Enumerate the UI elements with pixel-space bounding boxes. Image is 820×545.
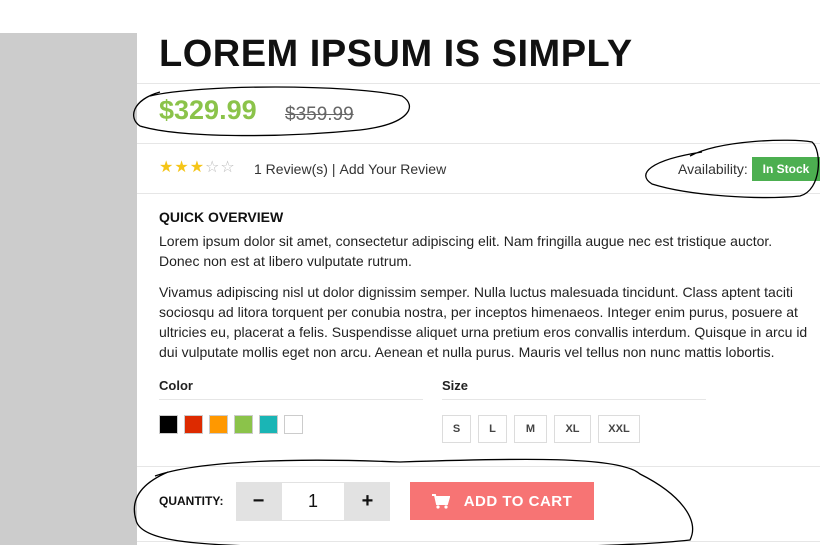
size-option-xl[interactable]: XL — [554, 415, 591, 443]
size-option-xxl[interactable]: XXL — [598, 415, 640, 443]
star-filled-icon: ★ — [159, 159, 174, 176]
reviews-count-link[interactable]: 1 Review(s) — [254, 161, 328, 177]
add-review-link[interactable]: Add Your Review — [340, 161, 447, 177]
add-to-cart-button[interactable]: ADD TO CART — [410, 482, 594, 520]
size-option-s[interactable]: S — [442, 415, 471, 443]
divider — [137, 541, 820, 542]
color-swatch[interactable] — [159, 415, 178, 434]
product-price: $329.99 — [159, 95, 257, 125]
product-title: LOREM IPSUM IS SIMPLY — [159, 33, 633, 75]
size-option-list: S L M XL XXL — [442, 415, 640, 443]
quantity-increase-button[interactable]: + — [345, 482, 390, 521]
star-filled-icon: ★ — [174, 159, 189, 176]
reviews-links: 1 Review(s) | Add Your Review — [254, 161, 446, 177]
color-swatch[interactable] — [184, 415, 203, 434]
rating-stars: ★ ★ ★ ☆ ☆ — [159, 158, 235, 178]
color-swatch[interactable] — [259, 415, 278, 434]
divider — [159, 399, 423, 400]
divider — [137, 143, 820, 144]
star-empty-icon: ☆ — [205, 159, 220, 176]
size-option-label: Size — [442, 378, 469, 393]
star-empty-icon: ☆ — [220, 159, 235, 176]
divider — [137, 83, 820, 84]
divider — [137, 466, 820, 467]
color-swatch[interactable] — [209, 415, 228, 434]
quantity-input[interactable] — [281, 482, 345, 521]
reviews-separator: | — [331, 161, 336, 177]
divider — [442, 399, 706, 400]
old-price: $359.99 — [285, 104, 354, 125]
quantity-stepper: − + — [236, 482, 390, 521]
size-option-l[interactable]: L — [478, 415, 507, 443]
size-option-m[interactable]: M — [514, 415, 547, 443]
availability-label: Availability: — [678, 161, 748, 177]
add-to-cart-label: ADD TO CART — [463, 492, 573, 510]
overview-paragraph: Lorem ipsum dolor sit amet, consectetur … — [159, 233, 773, 269]
cart-icon — [431, 493, 450, 509]
left-sidebar-panel — [0, 33, 137, 545]
quantity-label: QUANTITY: — [159, 494, 224, 508]
color-swatch[interactable] — [284, 415, 303, 434]
color-swatch-list — [159, 415, 303, 434]
color-swatch[interactable] — [234, 415, 253, 434]
overview-paragraph: Vivamus adipiscing nisl ut dolor digniss… — [159, 284, 808, 360]
overview-heading: QUICK OVERVIEW — [159, 209, 284, 225]
star-filled-icon: ★ — [189, 159, 205, 176]
quantity-decrease-button[interactable]: − — [236, 482, 281, 521]
stock-status-badge: In Stock — [752, 157, 820, 181]
color-option-label: Color — [159, 378, 193, 393]
divider — [137, 193, 820, 194]
